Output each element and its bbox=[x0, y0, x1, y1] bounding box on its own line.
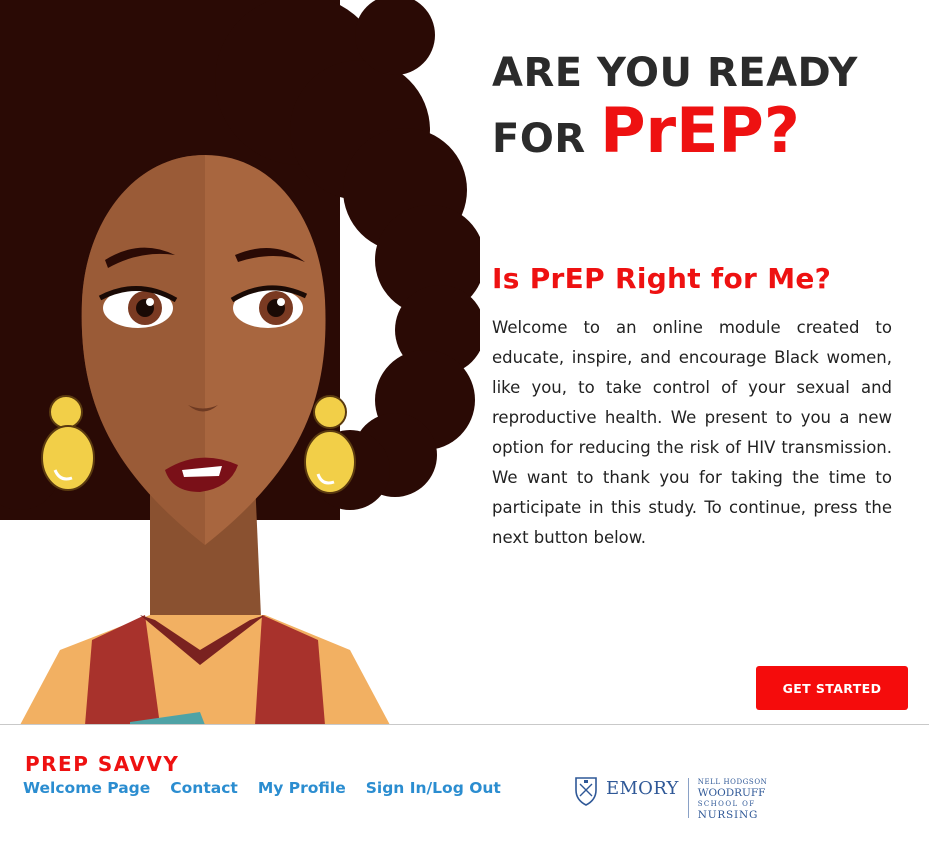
school-line4: NURSING bbox=[697, 808, 759, 821]
emory-nursing-logo: EMORY NELL HODGSON WOODRUFF SCHOOL OF NU… bbox=[574, 776, 767, 820]
hero-title-prefix: FOR bbox=[492, 116, 601, 162]
school-name: NELL HODGSON WOODRUFF SCHOOL OF NURSING bbox=[698, 776, 768, 820]
nav-link-sign-in-log-out[interactable]: Sign In/Log Out bbox=[366, 779, 501, 797]
hero-title-line1: ARE YOU READY bbox=[492, 50, 858, 96]
emory-shield-icon bbox=[575, 777, 597, 806]
footer-divider bbox=[0, 724, 929, 725]
emory-wordmark: EMORY bbox=[606, 778, 679, 799]
nav-link-my-profile[interactable]: My Profile bbox=[258, 779, 346, 797]
get-started-button[interactable]: GET STARTED bbox=[756, 666, 908, 710]
section-heading: Is PrEP Right for Me? bbox=[492, 262, 832, 295]
school-line3: SCHOOL OF bbox=[697, 799, 756, 808]
logo-divider bbox=[687, 778, 689, 818]
school-line1: NELL HODGSON bbox=[697, 778, 768, 786]
footer-nav: Welcome Page Contact My Profile Sign In/… bbox=[23, 779, 501, 797]
hero-title: ARE YOU READY FOR PrEP? bbox=[492, 44, 858, 168]
hero-title-accent: PrEP? bbox=[600, 94, 800, 167]
nav-link-welcome-page[interactable]: Welcome Page bbox=[23, 779, 150, 797]
shirt bbox=[20, 615, 390, 725]
school-line2: WOODRUFF bbox=[697, 787, 766, 799]
intro-paragraph: Welcome to an online module created to e… bbox=[492, 318, 892, 547]
footer-brand: PREP SAVVY bbox=[25, 752, 180, 776]
nav-link-contact[interactable]: Contact bbox=[170, 779, 238, 797]
woman-illustration bbox=[0, 0, 480, 725]
